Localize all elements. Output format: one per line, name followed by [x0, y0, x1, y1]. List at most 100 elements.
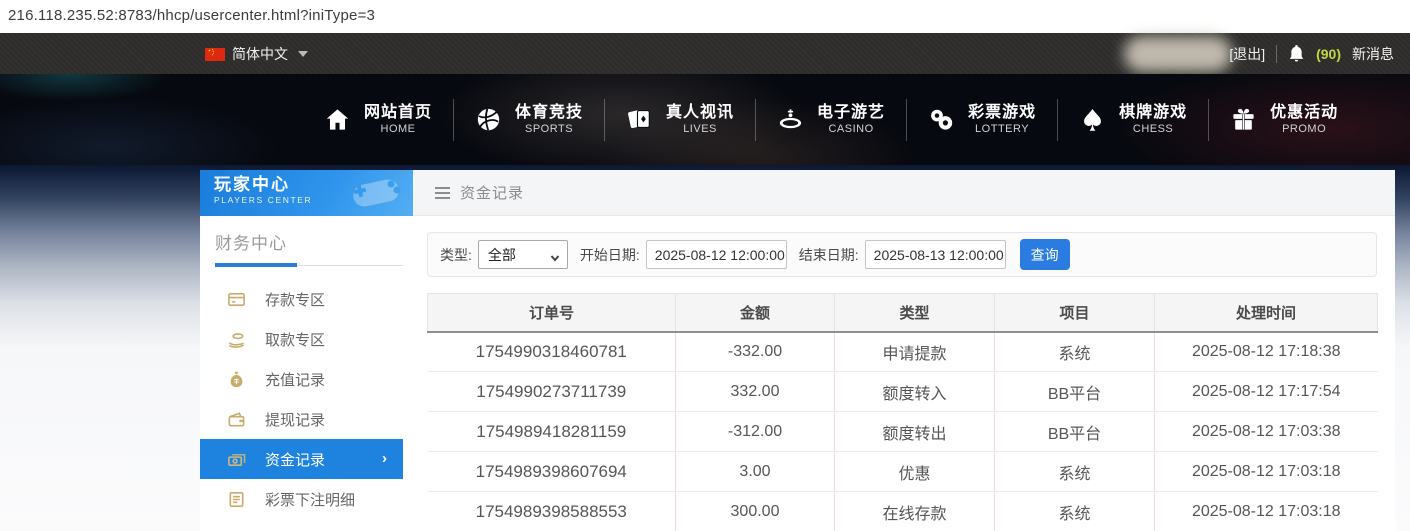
finance-section-title: 财务中心 [215, 234, 287, 253]
start-date-label: 开始日期: [579, 246, 640, 263]
gamepad-icon [345, 174, 407, 216]
sidebar-item-fund-records[interactable]: 资金记录 › [200, 439, 403, 479]
table-row: 1754990318460781 -332.00 申请提款 系统 2025-08… [427, 331, 1378, 372]
page-title: 资金记录 [460, 185, 525, 202]
deposit-card-icon [227, 290, 246, 309]
username-redacted [1124, 36, 1232, 72]
section-underline [215, 263, 403, 267]
nav-sublabel: HOME [380, 122, 416, 135]
nav-label: 优惠活动 [1270, 103, 1339, 121]
nav-label: 电子游艺 [817, 103, 886, 121]
gift-icon [1230, 106, 1257, 133]
cell-amount: 332.00 [675, 371, 835, 412]
sidebar-item-hall-bet-records[interactable]: 厅案投注记录 [200, 519, 413, 531]
sidebar-item-label: 提现记录 [265, 411, 326, 429]
column-header-project: 项目 [994, 293, 1155, 333]
sidebar-item-label: 存款专区 [265, 291, 326, 309]
nav-item-sports[interactable]: 体育竞技 SPORTS [454, 103, 604, 137]
nav-sublabel: SPORTS [525, 122, 574, 135]
sidebar-item-lottery-bet-details[interactable]: 彩票下注明细 [200, 479, 413, 519]
sidebar-item-withdrawal-records[interactable]: 提现记录 [200, 399, 413, 439]
topbar-right-group: [退出] (90) 新消息 [1229, 33, 1394, 74]
cell-order-no: 1754990318460781 [427, 331, 676, 372]
query-button[interactable]: 查询 [1019, 239, 1070, 270]
nav-item-home[interactable]: 网站首页 HOME [303, 103, 453, 137]
new-messages-link[interactable]: 新消息 [1352, 44, 1394, 64]
nav-item-lives[interactable]: 真人视讯 LIVES [605, 103, 755, 137]
sidebar-item-label: 取款专区 [265, 331, 326, 349]
chevron-down-icon [298, 51, 308, 57]
main-nav-bar: 网站首页 HOME 体育竞技 SPORTS 真人视讯 LIVES 电子游艺 CA… [0, 74, 1410, 165]
cell-type: 额度转入 [834, 371, 995, 412]
spade-icon [1079, 106, 1106, 133]
cell-process-time: 2025-08-12 17:03:18 [1154, 451, 1378, 492]
cell-order-no: 1754989398588553 [427, 491, 676, 531]
sidebar-menu: 存款专区 取款专区 充值记录 提现记录 资金记录 › 彩票下注明细 [200, 279, 413, 531]
top-utility-bar: 简体中文 [退出] (90) 新消息 [0, 33, 1410, 74]
cell-type: 额度转出 [834, 411, 995, 452]
logout-button[interactable]: [退出] [1229, 44, 1265, 64]
column-header-type: 类型 [834, 293, 995, 333]
money-bag-icon [227, 370, 246, 389]
roulette-icon [777, 106, 804, 133]
column-header-process-time: 处理时间 [1154, 293, 1378, 333]
filter-bar: 类型: 全部 开始日期: 结束日期: 查询 [427, 232, 1377, 277]
cell-order-no: 1754990273711739 [427, 371, 676, 412]
nav-label: 彩票游戏 [968, 103, 1037, 121]
main-content: 资金记录 类型: 全部 开始日期: 结束日期: 查询 订单号 [413, 170, 1395, 531]
bell-icon[interactable] [1288, 44, 1305, 63]
end-date-label: 结束日期: [798, 246, 859, 263]
cell-project: 系统 [994, 451, 1155, 492]
sidebar-header: 玩家中心 PLAYERS CENTER [200, 170, 413, 216]
column-header-amount: 金额 [675, 293, 835, 333]
cell-amount: 3.00 [675, 451, 835, 492]
sidebar-item-label: 彩票下注明细 [265, 491, 356, 509]
type-select-value: 全部 [487, 246, 516, 263]
nav-label: 体育竞技 [515, 103, 584, 121]
sidebar-item-withdraw[interactable]: 取款专区 [200, 319, 413, 359]
document-icon [227, 490, 246, 509]
nav-sublabel: LIVES [683, 122, 717, 135]
nav-item-chess[interactable]: 棋牌游戏 CHESS [1058, 103, 1208, 137]
player-center-sidebar: 玩家中心 PLAYERS CENTER 财务中心 存款专区 取款专区 充值记录 … [200, 170, 413, 531]
cell-type: 在线存款 [834, 491, 995, 531]
sidebar-item-recharge-records[interactable]: 充值记录 [200, 359, 413, 399]
column-header-order-no: 订单号 [427, 293, 676, 333]
type-filter-label: 类型: [440, 246, 472, 263]
type-select[interactable]: 全部 [477, 240, 568, 269]
nav-item-casino[interactable]: 电子游艺 CASINO [756, 103, 906, 137]
cell-process-time: 2025-08-12 17:17:54 [1154, 371, 1378, 412]
ball-icon [475, 106, 502, 133]
nav-label: 真人视讯 [666, 103, 735, 121]
cell-type: 优惠 [834, 451, 995, 492]
page-url: 216.118.235.52:8783/hhcp/usercenter.html… [8, 7, 376, 24]
screen: 216.118.235.52:8783/hhcp/usercenter.html… [0, 0, 1410, 531]
browser-url-bar[interactable]: 216.118.235.52:8783/hhcp/usercenter.html… [0, 0, 1410, 33]
nav-label: 棋牌游戏 [1119, 103, 1188, 121]
cell-project: BB平台 [994, 411, 1155, 452]
nav-item-promo[interactable]: 优惠活动 PROMO [1209, 103, 1359, 137]
cell-project: BB平台 [994, 371, 1155, 412]
start-date-input[interactable] [645, 240, 787, 269]
china-flag-icon [205, 47, 225, 61]
nav-items: 网站首页 HOME 体育竞技 SPORTS 真人视讯 LIVES 电子游艺 CA… [303, 74, 1359, 165]
chevron-right-icon: › [382, 450, 387, 467]
nav-sublabel: CHESS [1132, 122, 1174, 135]
cell-order-no: 1754989418281159 [427, 411, 676, 452]
breadcrumb: 资金记录 [413, 170, 1395, 216]
language-selector[interactable]: 简体中文 [205, 44, 308, 64]
table-header-row: 订单号 金额 类型 项目 处理时间 [427, 293, 1378, 333]
lottery-balls-icon [928, 106, 955, 133]
nav-sublabel: CASINO [828, 122, 874, 135]
nav-item-lottery[interactable]: 彩票游戏 LOTTERY [907, 103, 1057, 137]
cell-amount: -332.00 [675, 331, 835, 372]
wallet-icon [227, 410, 246, 429]
cell-process-time: 2025-08-12 17:18:38 [1154, 331, 1378, 372]
sidebar-item-deposit[interactable]: 存款专区 [200, 279, 413, 319]
menu-icon [435, 186, 450, 199]
sidebar-item-label: 充值记录 [265, 371, 326, 389]
cell-order-no: 1754989398607694 [427, 451, 676, 492]
end-date-input[interactable] [864, 240, 1006, 269]
cell-process-time: 2025-08-12 17:03:18 [1154, 491, 1378, 531]
chevron-down-icon [550, 250, 560, 262]
